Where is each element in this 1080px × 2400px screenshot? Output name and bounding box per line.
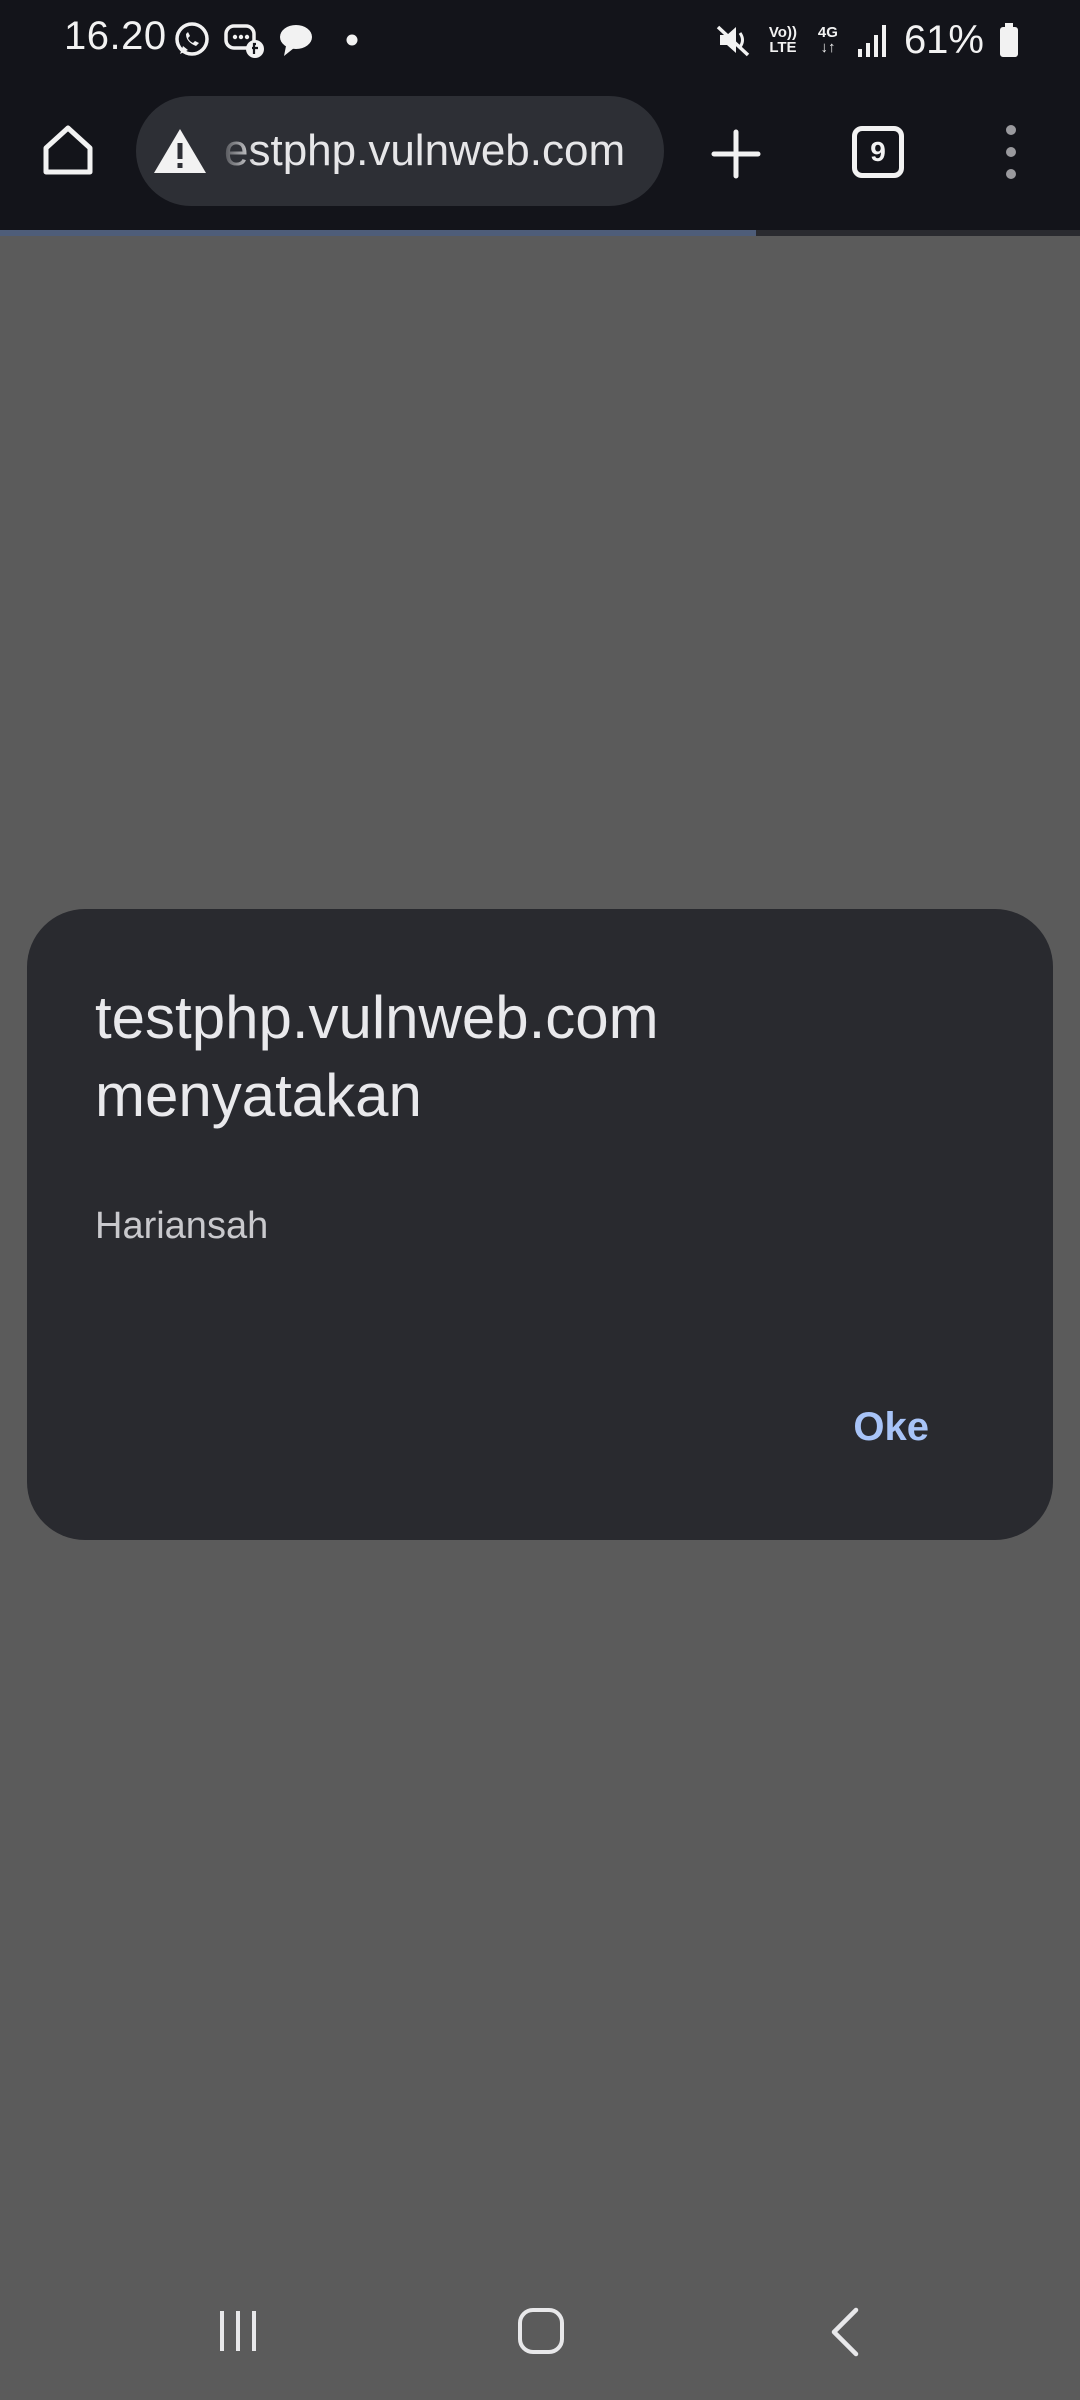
battery-icon <box>1000 23 1018 57</box>
back-nav-icon[interactable] <box>826 2306 866 2358</box>
warning-icon[interactable] <box>152 126 208 176</box>
recent-apps-icon[interactable] <box>214 2308 262 2354</box>
dialog-message: Hariansah <box>95 1205 269 1247</box>
system-status-icons: Vo)) LTE 4G ↓↑ 61% <box>714 14 1020 66</box>
signal-icon <box>857 25 886 57</box>
dialog-title: testphp.vulnweb.com menyatakan <box>95 979 995 1135</box>
chat-bubble-icon <box>280 25 312 56</box>
whatsapp-icon <box>175 22 209 56</box>
battery-percent: 61% <box>903 17 984 62</box>
url-text: estphp.vulnweb.com <box>224 126 626 175</box>
ok-button[interactable]: Oke <box>839 1399 943 1456</box>
tab-switcher-button[interactable]: 9 <box>852 126 904 178</box>
more-menu-icon[interactable] <box>996 122 1026 182</box>
volte-icon: Vo)) LTE <box>768 24 797 56</box>
new-tab-icon[interactable] <box>708 126 764 182</box>
address-bar[interactable]: estphp.vulnweb.com <box>136 96 664 206</box>
dialog-title-line1: testphp.vulnweb.com <box>95 984 659 1051</box>
4g-icon: 4G ↓↑ <box>817 24 838 56</box>
status-time: 16.20 <box>64 14 167 58</box>
home-icon[interactable] <box>38 120 98 180</box>
notification-dot-icon <box>346 34 358 46</box>
browser-toolbar: estphp.vulnweb.com 9 <box>0 80 1080 236</box>
dialog-title-line2: menyatakan <box>95 1062 422 1129</box>
system-nav-bar <box>0 2270 1080 2400</box>
home-nav-icon[interactable] <box>516 2306 566 2356</box>
mute-icon <box>716 25 750 57</box>
tab-count: 9 <box>870 136 886 167</box>
status-bar: 16.20 Vo)) LTE 4G ↓↑ 61% <box>0 0 1080 80</box>
messenger-icon <box>224 24 264 58</box>
notification-icons <box>172 18 366 62</box>
alert-dialog: testphp.vulnweb.com menyatakan Hariansah… <box>27 909 1053 1540</box>
